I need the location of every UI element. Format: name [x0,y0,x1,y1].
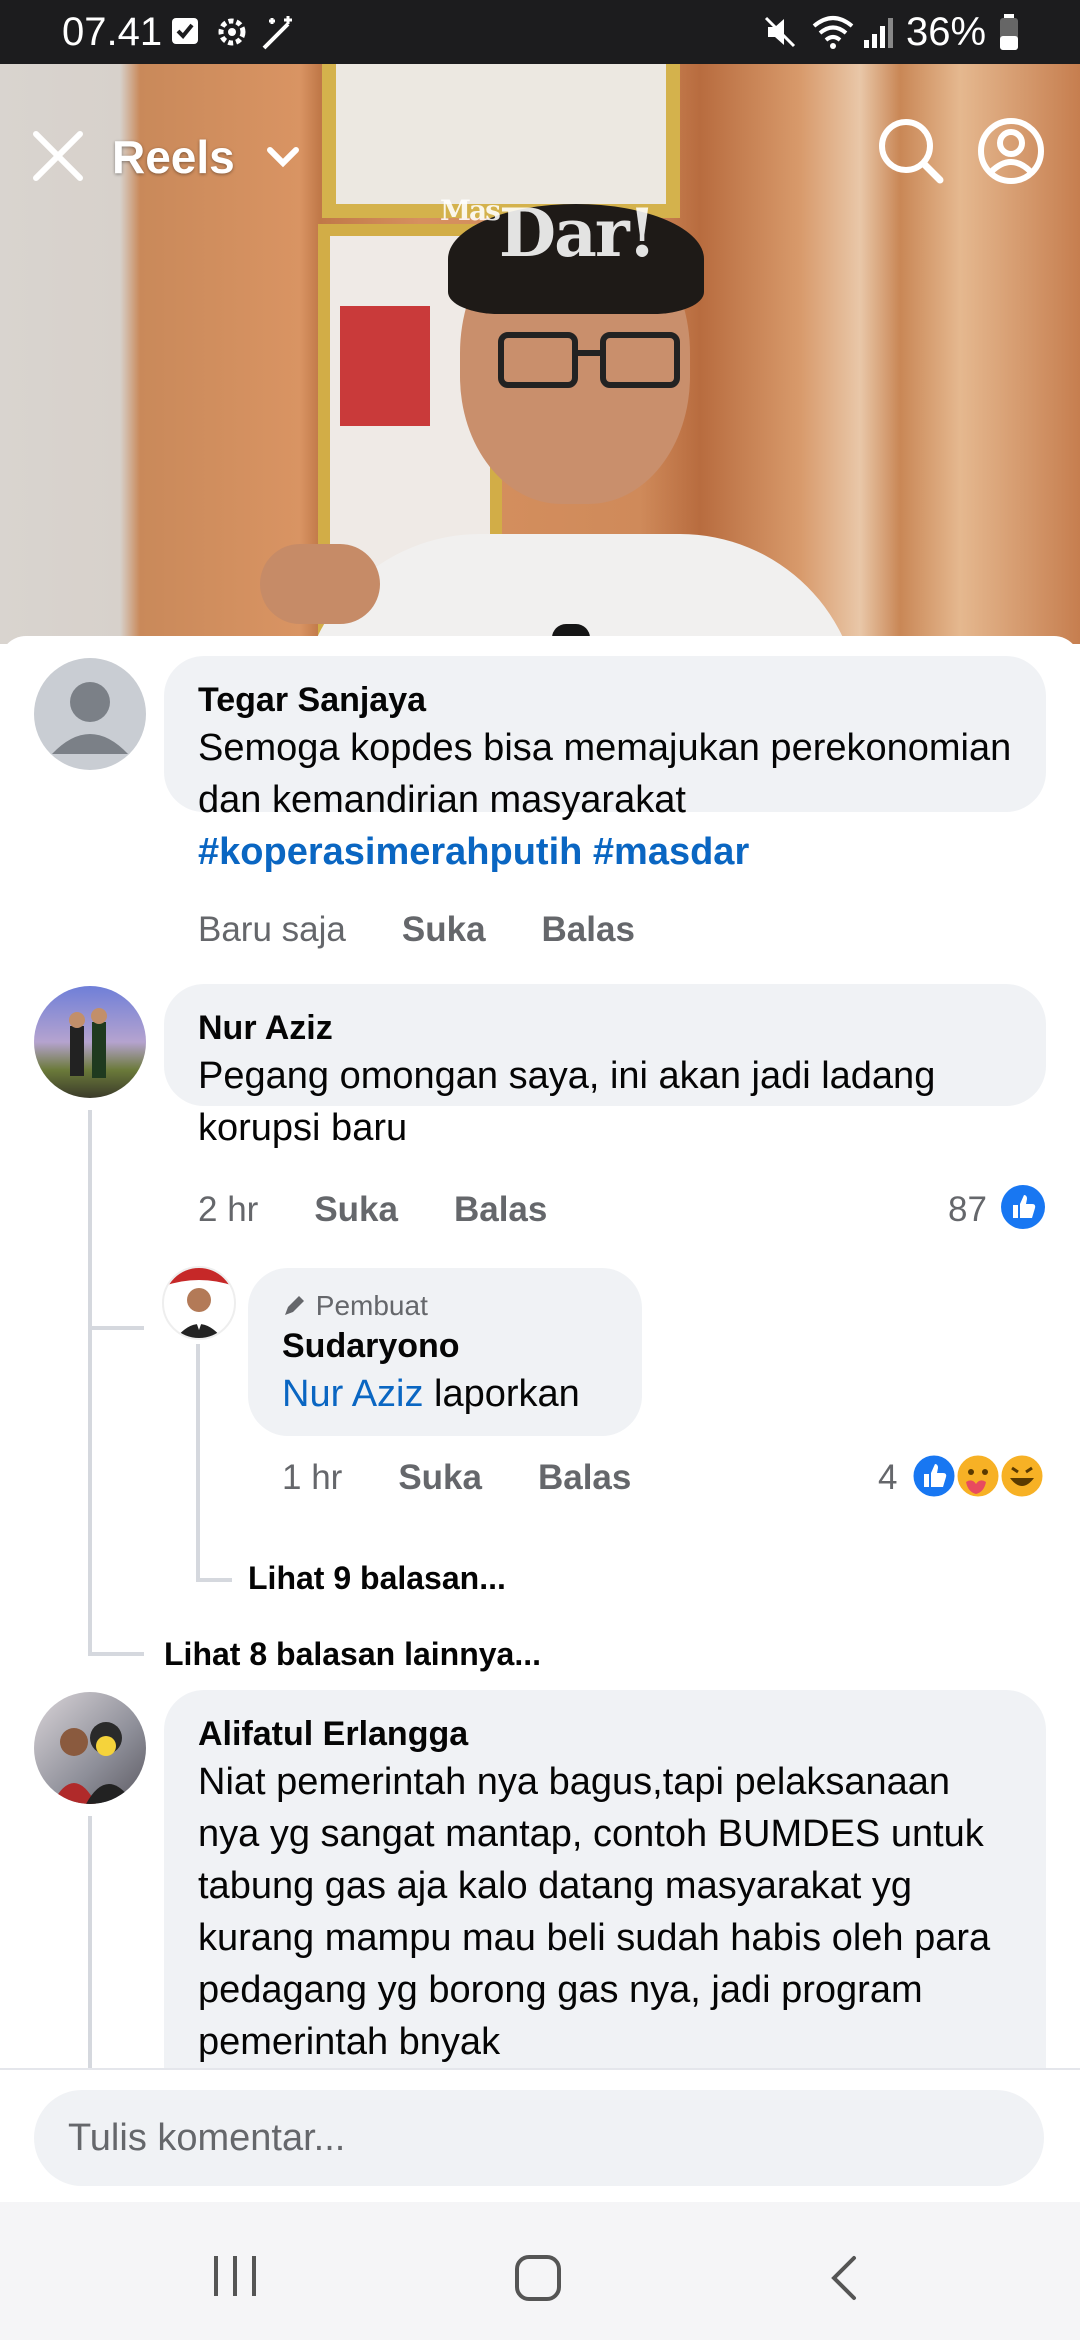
comment-body: Niat pemerintah nya bagus,tapi pelaksana… [198,1761,991,2063]
reaction-count: 87 [948,1190,987,1229]
watermark-small: Mas [440,194,501,227]
comment-meta: Baru saja Suka Balas [198,910,635,950]
like-reaction-icon [910,1452,958,1500]
haha-reaction-icon [998,1452,1046,1500]
thread-connector [88,1652,144,1656]
checkbox-notification-icon [172,18,198,44]
author-badge: Pembuat [282,1288,608,1324]
status-time: 07.41 [62,10,163,54]
avatar-photo [52,1722,134,1804]
comment-author[interactable]: Nur Aziz [198,1006,1012,1050]
chevron-down-icon[interactable] [266,146,300,170]
comment-time: Baru saja [198,910,346,949]
avatar[interactable] [34,1692,146,1804]
comment-meta: 2 hr Suka Balas [198,1190,547,1230]
comments-sheet[interactable]: Tegar Sanjaya Semoga kopdes bisa memajuk… [0,636,1080,2202]
comment-bubble[interactable]: Nur Aziz Pegang omongan saya, ini akan j… [164,984,1046,1149]
thread-line [88,1110,92,1330]
reels-title[interactable]: Reels [112,130,235,184]
reply-author[interactable]: Sudaryono [282,1324,608,1368]
comment-time: 2 hr [198,1190,259,1229]
avatar-default[interactable] [34,658,146,770]
watermark-main: Dar! [498,194,657,272]
settings-notification-icon [218,18,246,46]
like-button[interactable]: Suka [398,1458,482,1497]
close-icon[interactable] [30,128,86,184]
reply-bubble[interactable]: Pembuat Sudaryono Nur Aziz laporkan [248,1268,642,1436]
pencil-icon [285,1296,304,1315]
avatar-photo [164,1268,234,1338]
reply-button[interactable]: Balas [538,1458,631,1497]
glasses-right [600,332,680,388]
reaction-summary[interactable]: 4 [878,1458,897,1498]
mention-link[interactable]: Nur Aziz [282,1373,423,1415]
reply-button[interactable]: Balas [542,910,635,949]
mute-icon [764,16,796,48]
reaction-count: 4 [878,1458,898,1497]
person-hand [260,544,380,624]
reaction-summary[interactable]: 87 [948,1190,987,1230]
comment-text: Semoga kopdes bisa memajukan perekonomia… [198,722,1012,878]
battery-icon [1000,14,1018,50]
hashtag-link[interactable]: #koperasimerahputih [198,831,582,873]
wifi-icon [812,16,854,49]
back-icon[interactable] [826,2254,862,2302]
view-more-replies-link[interactable]: Lihat 8 balasan lainnya... [164,1636,541,1673]
care-reaction-icon [954,1452,1002,1500]
thread-connector [88,1326,144,1330]
comment-bubble[interactable]: Tegar Sanjaya Semoga kopdes bisa memajuk… [164,656,1046,873]
comment-author[interactable]: Alifatul Erlangga [198,1712,1012,1756]
avatar-creator[interactable] [162,1266,236,1340]
comment-body: Pegang omongan saya, ini akan jadi ladan… [198,1055,936,1149]
reply-time: 1 hr [282,1458,343,1497]
comment-author[interactable]: Tegar Sanjaya [198,678,1012,722]
avatar-photo [69,1008,107,1078]
profile-icon[interactable] [976,116,1046,186]
hashtag-link[interactable]: #masdar [593,831,749,873]
reaction-icons [910,1452,1046,1500]
badge-label: Pembuat [315,1290,428,1321]
comment-input[interactable] [34,2090,1044,2186]
recent-apps-icon[interactable] [210,2254,260,2298]
glasses-bridge [578,350,600,356]
view-replies-link[interactable]: Lihat 9 balasan... [248,1560,506,1597]
glasses-left [498,332,578,388]
signal-icon [864,18,893,48]
thread-line [88,1326,92,1656]
default-user-icon [52,682,128,754]
magic-wand-icon [262,16,292,50]
status-bar: 07.41 36% [0,0,1080,64]
comment-composer [0,2068,1080,2204]
like-reaction-icon [1001,1185,1045,1229]
like-button[interactable]: Suka [402,910,486,949]
reply-body: laporkan [423,1373,580,1415]
video-watermark: MasDar! [440,194,657,272]
search-icon[interactable] [876,116,946,186]
thread-connector [196,1578,232,1582]
home-icon[interactable] [514,2254,562,2302]
reply-text: Nur Aziz laporkan [282,1368,608,1420]
reply-button[interactable]: Balas [454,1190,547,1229]
system-nav-bar [0,2202,1080,2340]
thread-line [196,1344,200,1582]
avatar[interactable] [34,986,146,1098]
like-button[interactable]: Suka [314,1190,398,1229]
battery-percent: 36% [906,10,987,54]
reply-meta: 1 hr Suka Balas [282,1458,631,1498]
comment-body: Semoga kopdes bisa memajukan perekonomia… [198,727,1012,821]
